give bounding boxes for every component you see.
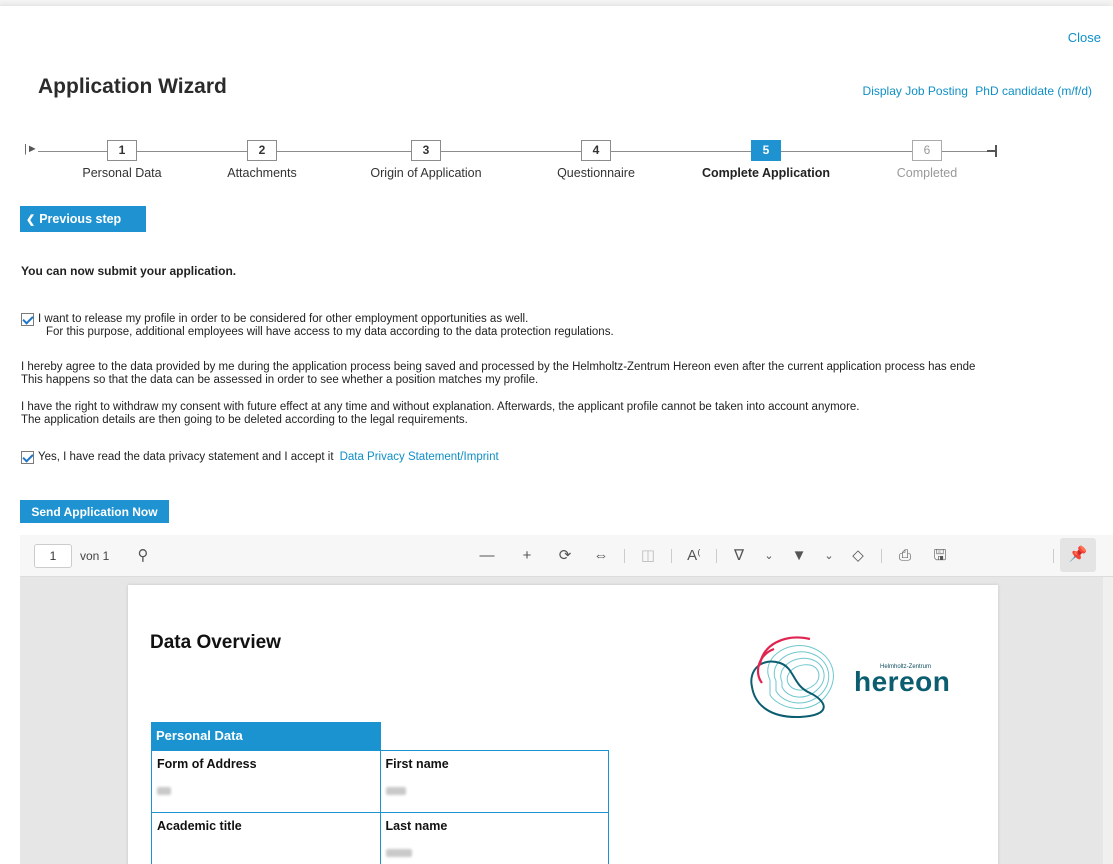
privacy-checkbox[interactable]	[21, 451, 34, 464]
page-view-icon: ◫	[640, 547, 656, 564]
table-cell: Academic title	[151, 812, 381, 864]
save-icon[interactable]: 🖫	[929, 546, 951, 566]
pdf-page: Data Overview Helmholtz-Zentrum hereon P…	[128, 585, 998, 864]
field-label: Academic title	[157, 819, 242, 833]
close-link[interactable]: Close	[1068, 30, 1101, 45]
fit-width-icon[interactable]: ⇔	[590, 546, 612, 566]
consent-line-2: This happens so that the data can be ass…	[21, 374, 539, 386]
step-questionnaire[interactable]: 4 Questionnaire	[521, 140, 671, 180]
step-attachments[interactable]: 2 Attachments	[187, 140, 337, 180]
table-row: Form of Address First name	[151, 750, 609, 813]
toolbar-divider	[671, 549, 672, 563]
chevron-down-icon[interactable]: ⌄	[758, 546, 780, 566]
field-label: Form of Address	[157, 757, 257, 771]
toolbar-divider	[881, 549, 882, 563]
progress-stepper: |► 1 Personal Data 2 Attachments 3 Origi…	[0, 132, 1113, 192]
personal-data-section-header: Personal Data	[151, 722, 381, 750]
field-label: First name	[385, 757, 449, 771]
table-cell: Last name	[379, 812, 609, 864]
zoom-in-icon[interactable]: +	[516, 546, 538, 566]
step-label: Attachments	[227, 166, 297, 180]
step-label: Questionnaire	[557, 166, 635, 180]
privacy-accept-text: Yes, I have read the data privacy statem…	[38, 451, 334, 463]
withdraw-line-1: I have the right to withdraw my consent …	[21, 401, 860, 413]
page-title: Application Wizard	[38, 75, 227, 98]
table-cell: Form of Address	[151, 750, 381, 813]
pdf-toolbar: 1 von 1 ⚲ — + ⟳ ⇔ ◫ A⁽ ∇ ⌄ ▼ ⌄ ◇ ⎙ 🖫 📌	[20, 535, 1113, 577]
field-label: Last name	[385, 819, 448, 833]
redacted-value	[157, 787, 171, 795]
step-label: Complete Application	[701, 166, 830, 180]
read-aloud-icon[interactable]: A⁽	[683, 546, 705, 566]
pdf-viewer: 1 von 1 ⚲ — + ⟳ ⇔ ◫ A⁽ ∇ ⌄ ▼ ⌄ ◇ ⎙ 🖫 📌 D…	[20, 535, 1113, 864]
toolbar-divider	[716, 549, 717, 563]
step-number: 5	[751, 140, 781, 161]
toolbar-divider	[624, 549, 625, 563]
eraser-icon[interactable]: ◇	[847, 546, 869, 566]
release-profile-text: I want to release my profile in order to…	[38, 313, 614, 339]
step-label: Completed	[896, 166, 958, 180]
display-job-posting-link[interactable]: Display Job Posting	[863, 84, 968, 98]
pin-icon: 📌	[1068, 546, 1088, 563]
step-number: 2	[247, 140, 277, 161]
personal-data-table: Form of Address First name Academic titl…	[151, 750, 609, 864]
logo-wordmark: hereon	[854, 666, 951, 697]
chevron-down-icon[interactable]: ⌄	[818, 546, 840, 566]
previous-step-button[interactable]: ❮ Previous step	[20, 206, 146, 232]
release-line-1: I want to release my profile in order to…	[38, 313, 529, 325]
highlight-icon[interactable]: ▼	[788, 546, 810, 566]
step-number: 3	[411, 140, 441, 161]
submit-message: You can now submit your application.	[21, 264, 237, 278]
step-origin-of-application[interactable]: 3 Origin of Application	[351, 140, 501, 180]
step-complete-application[interactable]: 5 Complete Application	[691, 140, 841, 180]
step-completed: 6 Completed	[852, 140, 1002, 180]
release-line-2: For this purpose, additional employees w…	[46, 326, 614, 338]
document-title: Data Overview	[150, 632, 281, 653]
step-label: Personal Data	[82, 166, 162, 180]
pdf-scrollbar[interactable]	[1103, 577, 1113, 864]
withdraw-text: I have the right to withdraw my consent …	[21, 401, 860, 427]
pin-button[interactable]: 📌	[1060, 538, 1096, 572]
redacted-value	[385, 849, 412, 857]
redacted-value	[385, 787, 406, 795]
page-number-input[interactable]: 1	[34, 544, 72, 568]
step-label: Origin of Application	[370, 166, 482, 180]
table-cell: First name	[379, 750, 609, 813]
step-number: 6	[912, 140, 942, 161]
send-application-button[interactable]: Send Application Now	[20, 500, 169, 523]
step-number: 4	[581, 140, 611, 161]
step-personal-data[interactable]: 1 Personal Data	[47, 140, 197, 180]
release-profile-checkbox[interactable]	[21, 313, 34, 326]
privacy-text: Yes, I have read the data privacy statem…	[38, 451, 499, 464]
withdraw-line-2: The application details are then going t…	[21, 414, 468, 426]
chevron-left-icon: ❮	[26, 214, 36, 226]
search-icon[interactable]: ⚲	[132, 546, 154, 566]
job-title-link[interactable]: PhD candidate (m/f/d)	[975, 84, 1092, 98]
zoom-out-icon[interactable]: —	[476, 546, 498, 566]
page-count: von 1	[80, 549, 110, 563]
privacy-statement-link[interactable]: Data Privacy Statement/Imprint	[340, 451, 499, 463]
previous-step-label: Previous step	[39, 212, 122, 226]
toolbar-divider	[1053, 549, 1054, 563]
application-wizard-panel: Close Application Wizard Display Job Pos…	[0, 6, 1113, 864]
stepper-start-icon: |►	[24, 143, 38, 155]
step-number: 1	[107, 140, 137, 161]
rotate-icon[interactable]: ⟳	[554, 546, 576, 566]
print-icon[interactable]: ⎙	[894, 546, 916, 566]
table-row: Academic title Last name	[151, 812, 609, 864]
draw-icon[interactable]: ∇	[728, 546, 750, 566]
consent-text: I hereby agree to the data provided by m…	[21, 361, 975, 387]
consent-line-1: I hereby agree to the data provided by m…	[21, 361, 976, 373]
job-posting-area: Display Job Posting PhD candidate (m/f/d…	[863, 84, 1092, 98]
